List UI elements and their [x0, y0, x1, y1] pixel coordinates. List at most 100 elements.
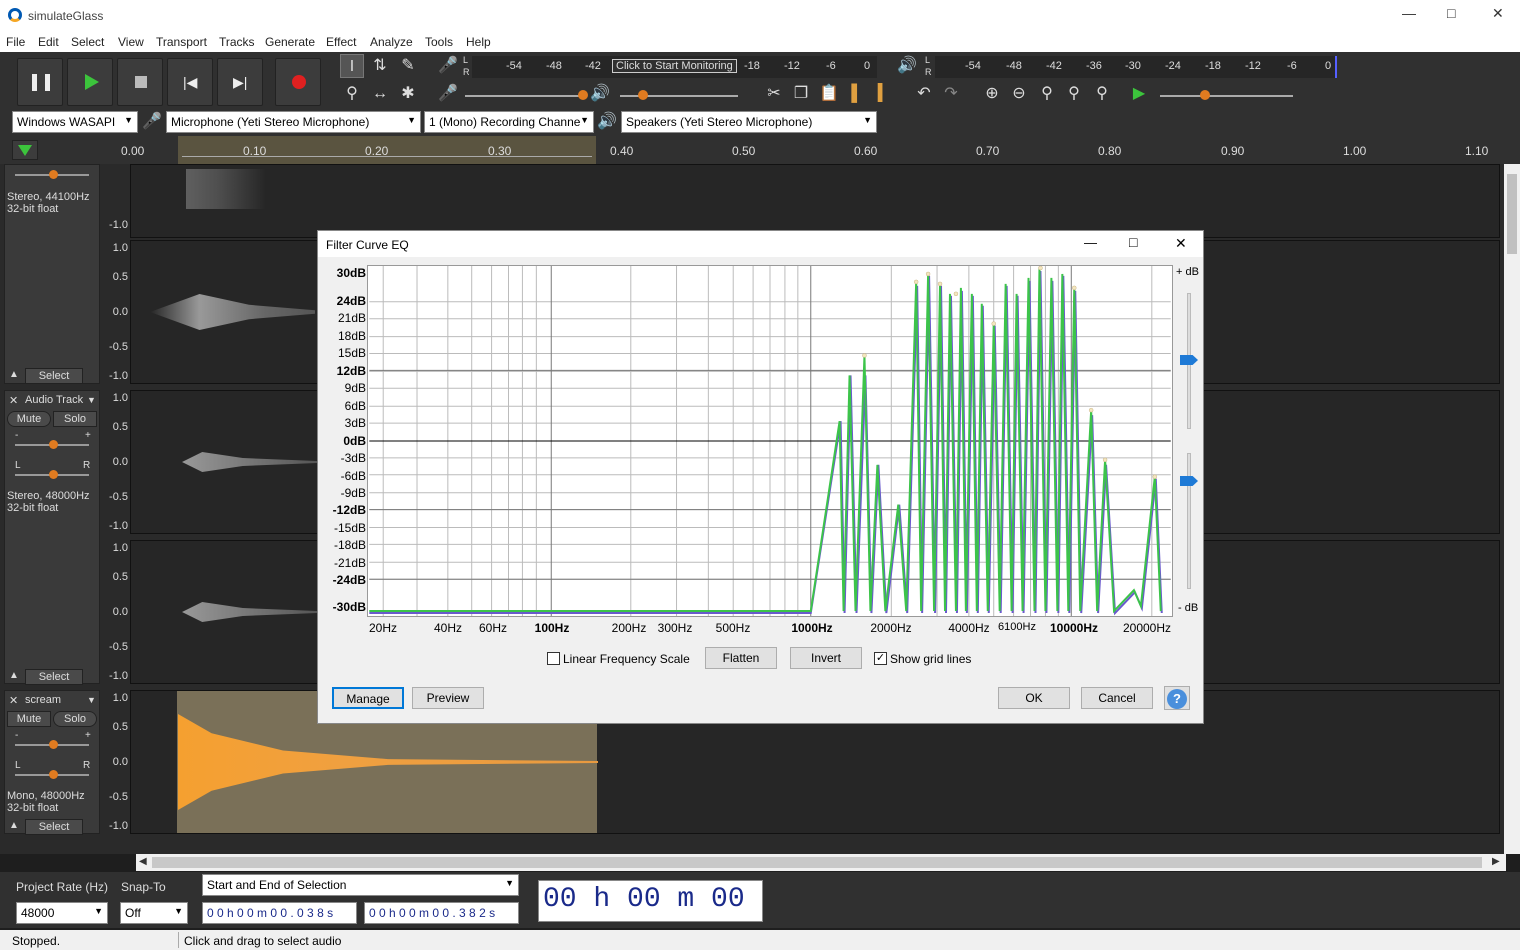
menu-generate[interactable]: Generate [265, 35, 315, 49]
preview-button[interactable]: Preview [412, 687, 484, 709]
playback-meter-speaker-icon[interactable]: 🔊 [895, 54, 919, 78]
vertical-scrollbar[interactable] [1504, 164, 1520, 854]
mute-button[interactable]: Mute [7, 411, 51, 427]
zoom-tool-icon[interactable]: ⚲ [340, 82, 364, 106]
stop-button[interactable] [117, 58, 163, 106]
manage-button[interactable]: Manage [332, 687, 404, 709]
audio-position-display[interactable]: 00 h 00 m 00 s [538, 880, 763, 922]
paste-icon[interactable]: 📋 [817, 82, 841, 106]
fit-project-icon[interactable]: ⚲ [1062, 82, 1086, 106]
menu-edit[interactable]: Edit [38, 35, 59, 49]
track-2-select-button[interactable]: Select [25, 669, 83, 685]
zoom-out-icon[interactable]: ⊖ [1007, 82, 1031, 106]
recording-channels-select[interactable]: 1 (Mono) Recording Channe ▼ [424, 111, 594, 133]
pin-play-head-icon[interactable] [12, 140, 38, 160]
menu-transport[interactable]: Transport [156, 35, 207, 49]
playback-volume-slider[interactable] [620, 90, 738, 100]
chevron-down-icon[interactable]: ▼ [87, 695, 96, 705]
pan-slider[interactable] [15, 470, 89, 479]
selection-tool-icon[interactable]: I [340, 54, 364, 78]
minimize-icon[interactable]: — [1402, 5, 1416, 21]
show-grid-checkbox[interactable]: ✓ [874, 652, 887, 665]
play-button[interactable] [67, 58, 113, 106]
snap-to-select[interactable]: Off ▼ [120, 902, 188, 924]
multi-tool-icon[interactable]: ✱ [396, 82, 420, 106]
dialog-titlebar[interactable] [318, 231, 1203, 257]
audio-host-select[interactable]: Windows WASAPI ▼ [12, 111, 138, 133]
collapse-icon[interactable]: ▲ [9, 369, 19, 380]
min-db-slider-thumb[interactable] [1180, 476, 1198, 486]
selection-mode-select[interactable]: Start and End of Selection ▼ [202, 874, 519, 896]
playback-device-select[interactable]: Speakers (Yeti Stereo Microphone) ▼ [621, 111, 877, 133]
draw-tool-icon[interactable]: ✎ [396, 54, 420, 78]
pan-slider[interactable] [15, 770, 89, 779]
flatten-button[interactable]: Flatten [705, 647, 777, 669]
close-track-icon[interactable]: ✕ [9, 394, 18, 407]
track-1-waveform-top[interactable] [130, 164, 1500, 238]
eq-curve-graph[interactable] [367, 265, 1173, 617]
menu-help[interactable]: Help [466, 35, 491, 49]
track-3-select-button[interactable]: Select [25, 819, 83, 835]
skip-start-button[interactable]: |◀ [167, 58, 213, 106]
close-icon[interactable]: ✕ [1492, 5, 1504, 22]
gain-slider[interactable] [15, 740, 89, 749]
ok-button[interactable]: OK [998, 687, 1070, 709]
linear-frequency-checkbox[interactable] [547, 652, 560, 665]
invert-button[interactable]: Invert [790, 647, 862, 669]
record-button[interactable] [275, 58, 321, 106]
track-2-name-menu[interactable]: Audio Track [25, 394, 83, 406]
redo-icon[interactable]: ↷ [939, 82, 963, 106]
cut-icon[interactable]: ✂ [762, 82, 786, 106]
trim-icon[interactable]: ▌ [845, 82, 869, 106]
scroll-left-icon[interactable]: ◀ [139, 856, 147, 867]
scroll-thumb[interactable] [152, 857, 1482, 868]
monitor-button[interactable]: Click to Start Monitoring [612, 59, 737, 73]
collapse-icon[interactable]: ▲ [9, 820, 19, 831]
undo-icon[interactable]: ↶ [912, 82, 936, 106]
track-3-name-menu[interactable]: scream [25, 694, 61, 706]
copy-icon[interactable]: ❐ [789, 82, 813, 106]
max-db-slider-thumb[interactable] [1180, 355, 1198, 365]
pause-button[interactable] [17, 58, 63, 106]
scroll-thumb[interactable] [1507, 174, 1517, 254]
menu-analyze[interactable]: Analyze [370, 35, 413, 49]
chevron-down-icon[interactable]: ▼ [87, 395, 96, 405]
play-at-speed-icon[interactable]: ▶ [1127, 82, 1151, 106]
maximize-icon[interactable]: □ [1447, 5, 1455, 21]
close-track-icon[interactable]: ✕ [9, 694, 18, 707]
horizontal-scrollbar[interactable]: ◀ ▶ [136, 854, 1506, 871]
menu-effect[interactable]: Effect [326, 35, 356, 49]
linear-frequency-label[interactable]: Linear Frequency Scale [563, 652, 690, 666]
gain-slider[interactable] [15, 440, 89, 449]
dialog-close-icon[interactable]: ✕ [1175, 235, 1187, 252]
recording-device-select[interactable]: Microphone (Yeti Stereo Microphone) ▼ [166, 111, 421, 133]
min-db-slider-track[interactable] [1187, 453, 1191, 589]
gain-slider[interactable] [15, 170, 89, 179]
zoom-toggle-icon[interactable]: ⚲ [1090, 82, 1114, 106]
show-grid-label[interactable]: Show grid lines [890, 652, 971, 666]
zoom-in-icon[interactable]: ⊕ [980, 82, 1004, 106]
skip-end-button[interactable]: ▶| [217, 58, 263, 106]
mute-button[interactable]: Mute [7, 711, 51, 727]
solo-button[interactable]: Solo [53, 711, 97, 727]
track-1-controls[interactable]: Stereo, 44100Hz 32-bit float ▲ Select [4, 164, 100, 384]
silence-icon[interactable]: ▍ [872, 82, 896, 106]
dialog-maximize-icon[interactable]: □ [1129, 234, 1137, 250]
envelope-tool-icon[interactable]: ⇅ [368, 54, 392, 78]
fit-selection-icon[interactable]: ⚲ [1035, 82, 1059, 106]
menu-select[interactable]: Select [71, 35, 104, 49]
menu-tracks[interactable]: Tracks [219, 35, 255, 49]
project-rate-select[interactable]: 48000 ▼ [16, 902, 108, 924]
menu-view[interactable]: View [118, 35, 144, 49]
scroll-right-icon[interactable]: ▶ [1492, 856, 1500, 867]
help-button[interactable]: ? [1164, 686, 1190, 710]
menu-file[interactable]: File [6, 35, 25, 49]
record-meter-mic-icon[interactable]: 🎤 [436, 54, 460, 78]
track-1-select-button[interactable]: Select [25, 368, 83, 384]
selection-start-time[interactable]: 0 0 h 0 0 m 0 0 . 0 3 8 s [202, 902, 357, 924]
selection-end-time[interactable]: 0 0 h 0 0 m 0 0 . 3 8 2 s [364, 902, 519, 924]
timeline-ruler[interactable]: 0.00 0.10 0.20 0.30 0.40 0.50 0.60 0.70 … [0, 136, 1520, 164]
menu-tools[interactable]: Tools [425, 35, 453, 49]
cancel-button[interactable]: Cancel [1081, 687, 1153, 709]
track-2-controls[interactable]: ✕ Audio Track ▼ Mute Solo - + L R Stereo… [4, 390, 100, 685]
